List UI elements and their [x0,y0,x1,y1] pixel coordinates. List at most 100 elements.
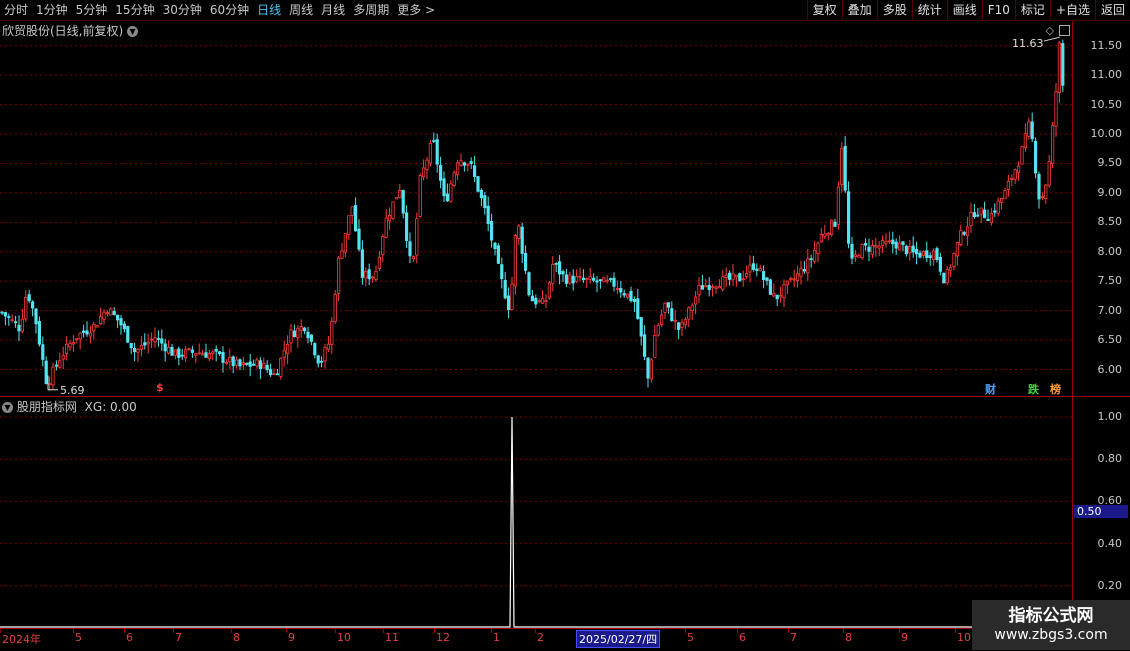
cursor-value-label: 0.50 [1074,505,1128,518]
candle-body [632,298,637,302]
candle-body [1034,140,1038,174]
candle-body [109,308,113,316]
indicator-tick-label: 0.40 [1097,536,1123,550]
candle-body [915,249,919,255]
candle-body [731,273,735,281]
candle-body [598,279,603,282]
candle-body [721,276,725,290]
candle-body [343,233,348,253]
toolbar-button[interactable]: +自选 [1049,0,1095,20]
candle-body [24,297,28,320]
candle-body [564,274,569,284]
candle-body [408,241,412,257]
candle-body [517,225,521,239]
date-label: 5 [75,631,82,644]
period-tab[interactable]: 1分钟 [32,0,72,20]
candle-body [316,355,320,364]
candle-body [677,322,681,330]
candle-body [881,240,885,246]
candle-body [377,256,382,269]
period-tab[interactable]: 5分钟 [72,0,112,20]
period-tab[interactable]: 周线 [285,0,317,20]
candle-body [13,321,18,324]
period-tab[interactable]: 15分钟 [111,0,158,20]
main-chart-panel[interactable]: 欣贸股份(日线,前复权) ▼ ◇ 11.63 5.69 11.50 11.00 10.… [0,21,1130,396]
price-tick-label: 6.00 [1097,362,1123,376]
indicator-chart[interactable] [0,397,1130,628]
candle-body [1013,169,1017,180]
s-marker[interactable]: $ [156,381,164,394]
toolbar-button[interactable]: 标记 [1014,0,1050,20]
toolbar-button[interactable]: 返回 [1094,0,1130,20]
candle-body [180,354,184,357]
candle-body [20,318,25,332]
candle-body [1000,197,1004,203]
period-tab[interactable]: 日线 [253,0,285,20]
candle-body [959,230,963,245]
toolbar-button[interactable]: 多股 [876,0,912,20]
toolbar-button[interactable]: F10 [981,0,1015,20]
candle-body [918,252,922,258]
candle-body [605,279,609,282]
candle-body [1051,125,1055,164]
watermark: 指标公式网 www.zbgs3.com [972,600,1130,650]
indicator-tick-label: 0.20 [1097,578,1123,592]
period-tab[interactable]: 多周期 [349,0,393,20]
candle-body [1020,146,1024,165]
candle-body [925,250,929,258]
watermark-title: 指标公式网 [1008,606,1094,626]
candle-body [432,140,436,142]
date-label: 2 [537,631,544,644]
candle-body [714,286,718,289]
candle-body [234,359,239,366]
price-tick-label: 7.50 [1097,274,1123,288]
candle-body [275,373,280,376]
toolbar-button[interactable]: 统计 [911,0,947,20]
period-tab[interactable]: 分时 [0,0,32,20]
period-tab[interactable]: 月线 [317,0,349,20]
candle-body [966,226,970,237]
date-label: 1 [493,631,500,644]
candle-body [609,278,613,281]
candle-body [160,338,164,344]
period-tab[interactable]: 更多 > [393,0,439,20]
candle-body [860,244,864,259]
candle-body [126,326,130,343]
toolbar-button[interactable]: 复权 [806,0,842,20]
rank-marker[interactable]: 榜 [1050,381,1061,397]
period-tab[interactable]: 60分钟 [206,0,253,20]
candle-body [129,342,133,349]
candle-body [306,331,310,339]
indicator-panel[interactable]: ▼ 股朋指标网 XG: 0.00 1.00 0.80 0.60 0.40 0.20 0.… [0,397,1130,628]
candle-body [156,338,160,340]
candle-body [901,241,905,245]
candle-body [779,295,783,298]
candlestick-chart[interactable]: 11.63 5.69 [0,21,1130,396]
candle-body [506,295,511,311]
date-label: 7 [790,631,797,644]
indicator-tick-label: 1.00 [1097,410,1123,423]
drop-marker[interactable]: 跌 [1028,381,1039,397]
candle-body [568,274,572,284]
toolbar-button[interactable]: 叠加 [841,0,877,20]
candle-body [0,311,4,314]
date-tick [491,629,492,633]
candle-body [558,261,562,275]
candle-body [163,343,167,352]
candle-body [302,327,307,332]
candle-body [292,330,297,338]
candle-body [935,248,939,260]
candle-body [646,357,650,379]
candle-body [122,323,126,330]
toolbar-button[interactable]: 画线 [946,0,982,20]
candle-body [595,280,599,283]
period-tab[interactable]: 30分钟 [159,0,206,20]
candle-body [738,273,742,282]
candle-body [183,349,188,359]
candle-body [581,277,586,281]
candle-body [65,343,69,355]
candle-body [748,264,752,273]
candle-body [452,172,456,186]
finance-marker[interactable]: 财 [985,381,996,397]
candle-body [561,271,565,275]
